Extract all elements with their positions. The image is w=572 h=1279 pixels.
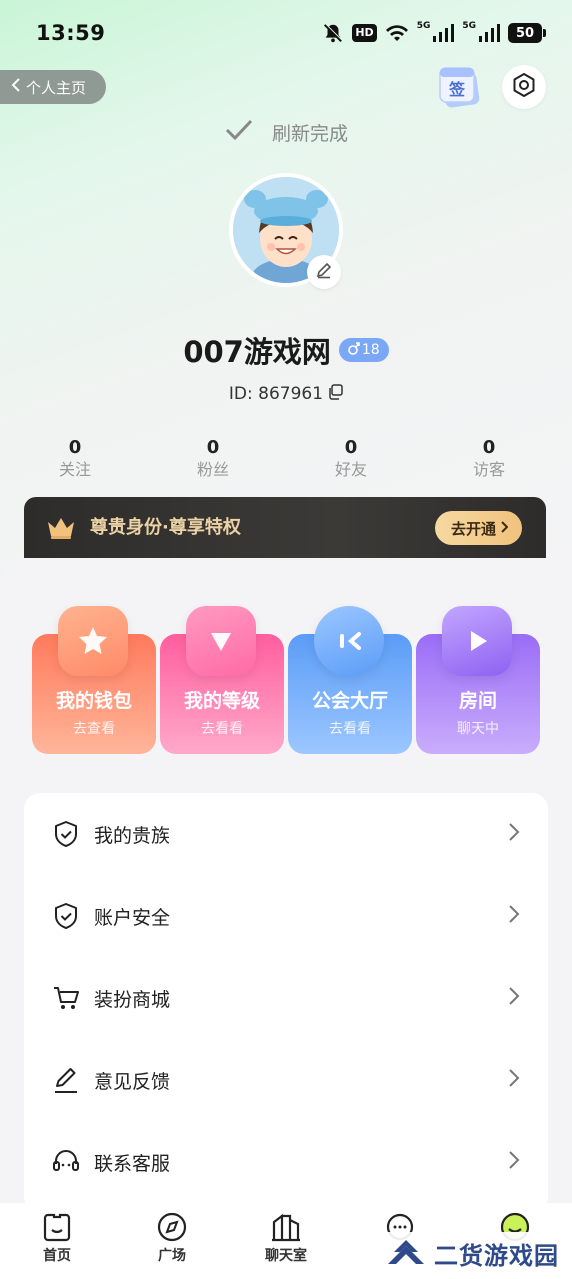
watermark-logo-icon [384, 1234, 428, 1272]
stat-visitors[interactable]: 0 访客 [429, 436, 549, 480]
tile-title: 我的钱包 [55, 690, 132, 712]
menu-label: 联系客服 [94, 1152, 171, 1175]
chevron-right-icon [508, 1150, 520, 1174]
settings-menu: 我的贵族 账户安全 装扮商城 意见反馈 联系客服 [24, 793, 548, 1213]
status-time: 13:59 [36, 21, 106, 45]
stats-row: 0 关注 0 粉丝 0 好友 0 访客 [0, 436, 572, 486]
shield-check-icon [52, 902, 80, 930]
tab-label: 广场 [158, 1248, 186, 1264]
chevron-right-icon [500, 519, 509, 537]
stat-label: 访客 [472, 460, 505, 479]
crown-icon [46, 516, 76, 544]
menu-item-nobility[interactable]: 我的贵族 [24, 793, 548, 875]
menu-label: 账户安全 [94, 906, 171, 929]
stat-label: 关注 [58, 460, 91, 479]
back-label: 个人主页 [26, 78, 87, 97]
tile-title: 公会大厅 [311, 690, 388, 712]
gender-age-badge: 18 [338, 338, 389, 362]
home-icon [17, 1209, 97, 1245]
shield-check-icon [52, 820, 80, 848]
stat-fans[interactable]: 0 粉丝 [153, 436, 273, 480]
tile-subtitle: 聊天中 [457, 721, 499, 737]
menu-item-customer-service[interactable]: 联系客服 [24, 1121, 548, 1203]
pencil-icon [52, 1066, 80, 1094]
chevron-left-icon [10, 78, 22, 96]
compass-icon [132, 1209, 212, 1245]
stat-label: 粉丝 [196, 460, 229, 479]
status-icons: HD 5G 5G 50 [322, 21, 546, 44]
tile-title: 房间 [458, 690, 497, 712]
chevron-right-icon [508, 904, 520, 928]
menu-label: 装扮商城 [94, 988, 171, 1011]
vip-activate-button[interactable]: 去开通 [434, 511, 522, 545]
check-in-button[interactable]: 签 [436, 64, 482, 108]
refresh-indicator: 刷新完成 [0, 114, 572, 150]
tab-label: 首页 [43, 1248, 71, 1264]
back-to-profile-button[interactable]: 个人主页 [0, 70, 106, 104]
tile-subtitle: 去查看 [73, 721, 115, 737]
user-id: ID: 867961 [228, 384, 324, 404]
tab-home[interactable]: 首页 [17, 1209, 97, 1273]
chevron-right-icon [508, 822, 520, 846]
vip-button-label: 去开通 [450, 519, 496, 538]
refresh-text: 刷新完成 [271, 122, 348, 145]
chat-bubble-icon [314, 606, 384, 676]
menu-label: 意见反馈 [94, 1070, 171, 1093]
signal-icon-2 [478, 23, 500, 43]
tile-guild[interactable]: 公会大厅 去看看 [288, 606, 412, 754]
stat-value: 0 [206, 437, 220, 458]
triangle-level-icon [186, 606, 256, 676]
stat-following[interactable]: 0 关注 [15, 436, 135, 480]
stat-value: 0 [68, 437, 82, 458]
copy-icon[interactable] [327, 383, 343, 405]
chevron-right-icon [508, 1068, 520, 1092]
sign-icon-char: 签 [448, 80, 466, 99]
tile-subtitle: 去看看 [329, 721, 371, 737]
age-value: 18 [361, 342, 380, 358]
cart-icon [52, 984, 80, 1012]
username: 007游戏网 [183, 335, 331, 369]
settings-button[interactable] [502, 65, 546, 109]
hd-voice-badge: HD [352, 24, 377, 42]
battery-indicator: 50 [508, 23, 546, 43]
tile-level[interactable]: 我的等级 去看看 [160, 606, 284, 754]
menu-item-feedback[interactable]: 意见反馈 [24, 1039, 548, 1121]
play-room-icon [442, 606, 512, 676]
gear-icon [511, 72, 537, 102]
tab-chatroom[interactable]: 聊天室 [246, 1209, 326, 1273]
stat-value: 0 [482, 437, 496, 458]
watermark-text: 二货游戏园 [434, 1241, 559, 1270]
menu-item-dress-shop[interactable]: 装扮商城 [24, 957, 548, 1039]
check-icon [224, 118, 254, 147]
vip-banner[interactable]: 尊贵身份·尊享特权 去开通 [24, 497, 546, 563]
edit-avatar-button[interactable] [307, 255, 341, 289]
pencil-icon [315, 261, 333, 283]
tab-label: 聊天室 [265, 1248, 307, 1264]
vip-text: 尊贵身份·尊享特权 [90, 517, 241, 538]
tile-wallet[interactable]: 我的钱包 去查看 [32, 606, 156, 754]
tile-subtitle: 去看看 [201, 721, 243, 737]
tab-square[interactable]: 广场 [132, 1209, 212, 1273]
stat-label: 好友 [334, 460, 367, 479]
wifi-icon [385, 23, 409, 43]
feature-tiles: 我的钱包 去查看 我的等级 去看看 公会大厅 去看看 房间 聊天中 [32, 606, 542, 758]
star-wallet-icon [58, 606, 128, 676]
tile-room[interactable]: 房间 聊天中 [416, 606, 540, 754]
menu-item-account-security[interactable]: 账户安全 [24, 875, 548, 957]
menu-label: 我的贵族 [94, 824, 171, 847]
chevron-right-icon [508, 986, 520, 1010]
status-bar: 13:59 HD 5G 5G 50 [0, 0, 572, 66]
mute-bell-icon [322, 22, 344, 44]
stat-friends[interactable]: 0 好友 [291, 436, 411, 480]
stat-value: 0 [344, 437, 358, 458]
watermark: 二货游戏园 [378, 1232, 565, 1274]
headset-icon [52, 1148, 80, 1176]
signal-icon-1 [432, 23, 455, 43]
male-icon [348, 341, 360, 359]
building-icon [246, 1209, 326, 1245]
user-id-row[interactable]: ID: 867961 [0, 380, 572, 408]
name-row: 007游戏网 18 [0, 330, 572, 370]
avatar[interactable] [229, 173, 343, 289]
tile-title: 我的等级 [183, 690, 260, 712]
